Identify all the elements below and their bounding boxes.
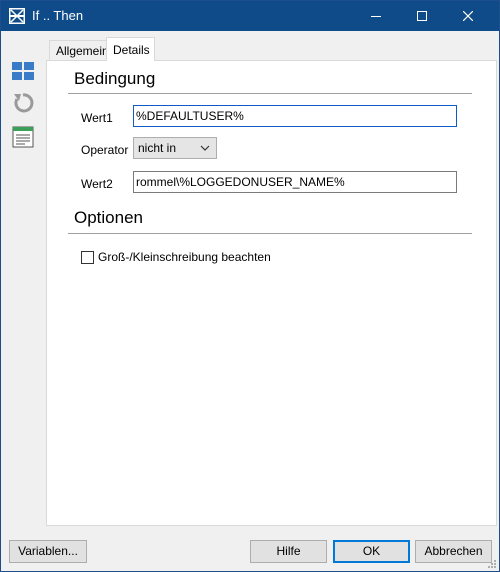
tab-allgemein[interactable]: Allgemein (49, 40, 109, 61)
layout-grid-icon[interactable] (11, 59, 35, 83)
case-sensitive-checkbox[interactable] (81, 251, 94, 264)
left-toolbar (1, 31, 43, 527)
operator-label: Operator (81, 143, 129, 157)
list-view-icon[interactable] (11, 125, 35, 149)
close-button[interactable] (445, 1, 491, 31)
section-title-optionen: Optionen (74, 208, 143, 227)
maximize-button[interactable] (399, 1, 445, 31)
window-title: If .. Then (32, 8, 84, 23)
cancel-button[interactable]: Abbrechen (415, 540, 492, 563)
dialog-window: If .. Then Allgemein Details Bedingung W… (0, 0, 500, 572)
undo-icon[interactable] (11, 91, 35, 115)
wert2-input[interactable] (133, 171, 457, 193)
help-button[interactable]: Hilfe (250, 540, 327, 563)
wert1-label: Wert1 (81, 111, 113, 125)
tab-details-label: Details (113, 43, 150, 57)
chevron-down-icon (200, 145, 210, 151)
details-panel: Bedingung Wert1 Operator nicht in Wert2 … (46, 60, 497, 526)
title-bar[interactable]: If .. Then (1, 1, 499, 31)
tab-details[interactable]: Details (106, 37, 155, 61)
case-sensitive-label[interactable]: Groß-/Kleinschreibung beachten (98, 250, 271, 264)
variables-button[interactable]: Variablen... (9, 540, 87, 563)
wert2-label: Wert2 (81, 177, 113, 191)
operator-select[interactable]: nicht in (133, 137, 217, 159)
tab-allgemein-label: Allgemein (56, 44, 109, 58)
resize-grip-icon[interactable] (487, 559, 497, 569)
wert1-input[interactable] (133, 105, 457, 127)
app-icon (9, 8, 25, 24)
maximize-icon (417, 11, 427, 21)
section-divider (68, 233, 472, 234)
section-title-bedingung: Bedingung (74, 69, 156, 88)
section-divider (68, 93, 472, 94)
close-icon (463, 11, 473, 21)
operator-value: nicht in (138, 141, 177, 155)
minimize-icon (371, 16, 381, 17)
minimize-button[interactable] (353, 1, 399, 31)
ok-button[interactable]: OK (333, 540, 410, 563)
